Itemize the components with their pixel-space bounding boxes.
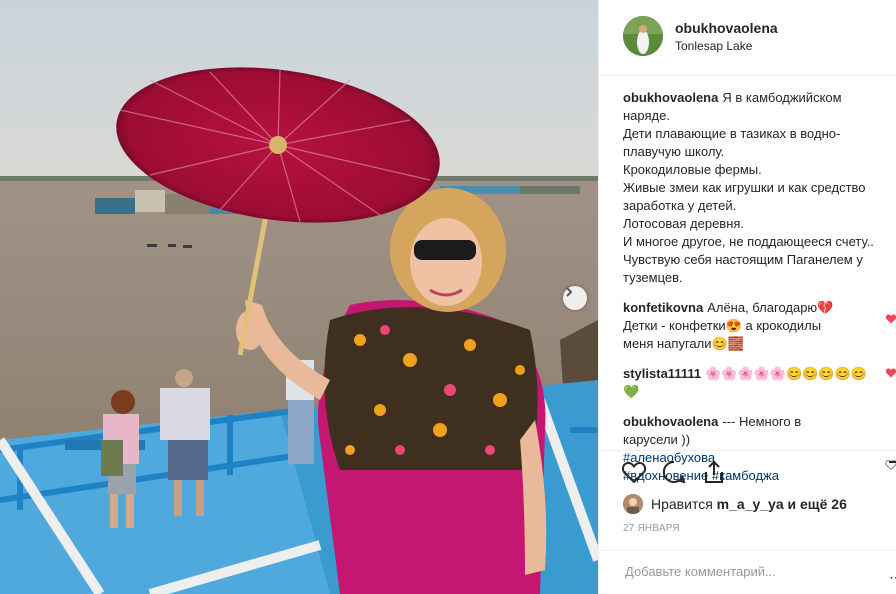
comment-item: stylista11111 🌸🌸🌸🌸🌸😊😊😊😊😊💚 (623, 365, 896, 401)
comment-text: плавучую школу. (623, 144, 725, 159)
comment-author[interactable]: obukhovaolena (623, 414, 718, 429)
comment-text: Я в камбоджийском (722, 90, 842, 105)
photo-image (0, 0, 598, 594)
comments-list: obukhovaolena Я в камбоджийском наряде. Д… (623, 89, 896, 497)
comment-text: Алёна, благодарю💔 (707, 300, 834, 315)
post-date[interactable]: 27 ЯНВАРЯ (623, 523, 680, 534)
heart-icon[interactable] (621, 459, 647, 485)
post-header: obukhovaolena Tonlesap Lake (599, 0, 896, 76)
likes-suffix[interactable]: и ещё 26 (788, 496, 847, 512)
comment-item: konfetikovna Алёна, благодарю💔 Детки - ко… (623, 299, 896, 353)
comment-text: карусели )) (623, 432, 691, 447)
comment-text: меня напугали😊🧱 (623, 336, 744, 351)
comment-author[interactable]: konfetikovna (623, 300, 703, 315)
post-button[interactable]: ⋯ (889, 569, 896, 586)
comment-text: --- Немного в (722, 414, 802, 429)
comment-icon[interactable] (661, 459, 687, 485)
liker-avatar[interactable] (623, 494, 643, 514)
bookmark-icon[interactable] (887, 459, 896, 485)
comment-text: И многое другое, не поддающееся счету.. (623, 234, 874, 249)
carousel-next-button[interactable] (563, 286, 587, 310)
comment-text: Крокодиловые фермы. (623, 162, 762, 177)
heart-icon[interactable] (885, 313, 896, 325)
likes-prefix: Нравится (651, 496, 713, 512)
comment-text: Чувствую себя настоящим Паганелем у (623, 252, 863, 267)
post-username[interactable]: obukhovaolena (675, 20, 778, 36)
post-photo[interactable] (0, 0, 598, 594)
liker-username[interactable]: m_a_y_ya (717, 496, 784, 512)
comment-text: Лотосовая деревня. (623, 216, 745, 231)
comment-input[interactable] (623, 563, 877, 580)
caption: obukhovaolena Я в камбоджийском наряде. Д… (623, 89, 891, 287)
chevron-right-icon (566, 287, 573, 297)
comment-text: Дети плавающие в тазиках в водно- (623, 126, 841, 141)
comment-text: Детки - конфетки😍 а крокодилы (623, 318, 822, 333)
comment-author[interactable]: obukhovaolena (623, 90, 718, 105)
comment-text: Живые змеи как игрушки и как средство (623, 180, 866, 195)
comment-text: заработка у детей. (623, 198, 737, 213)
post-side-panel: obukhovaolena Tonlesap Lake obukhovaolen… (598, 0, 896, 594)
comment-author[interactable]: stylista11111 (623, 366, 701, 381)
share-icon[interactable] (701, 459, 727, 485)
comment-text: туземцев. (623, 270, 683, 285)
heart-icon[interactable] (885, 367, 896, 379)
post-actions (599, 450, 896, 492)
add-comment-bar: ⋯ (599, 550, 896, 594)
likes-summary: Нравится m_a_y_ya и ещё 26 (623, 492, 847, 516)
avatar[interactable] (623, 16, 663, 56)
comment-text: наряде. (623, 108, 670, 123)
post-location[interactable]: Tonlesap Lake (675, 39, 752, 53)
avatar-image (623, 16, 663, 56)
